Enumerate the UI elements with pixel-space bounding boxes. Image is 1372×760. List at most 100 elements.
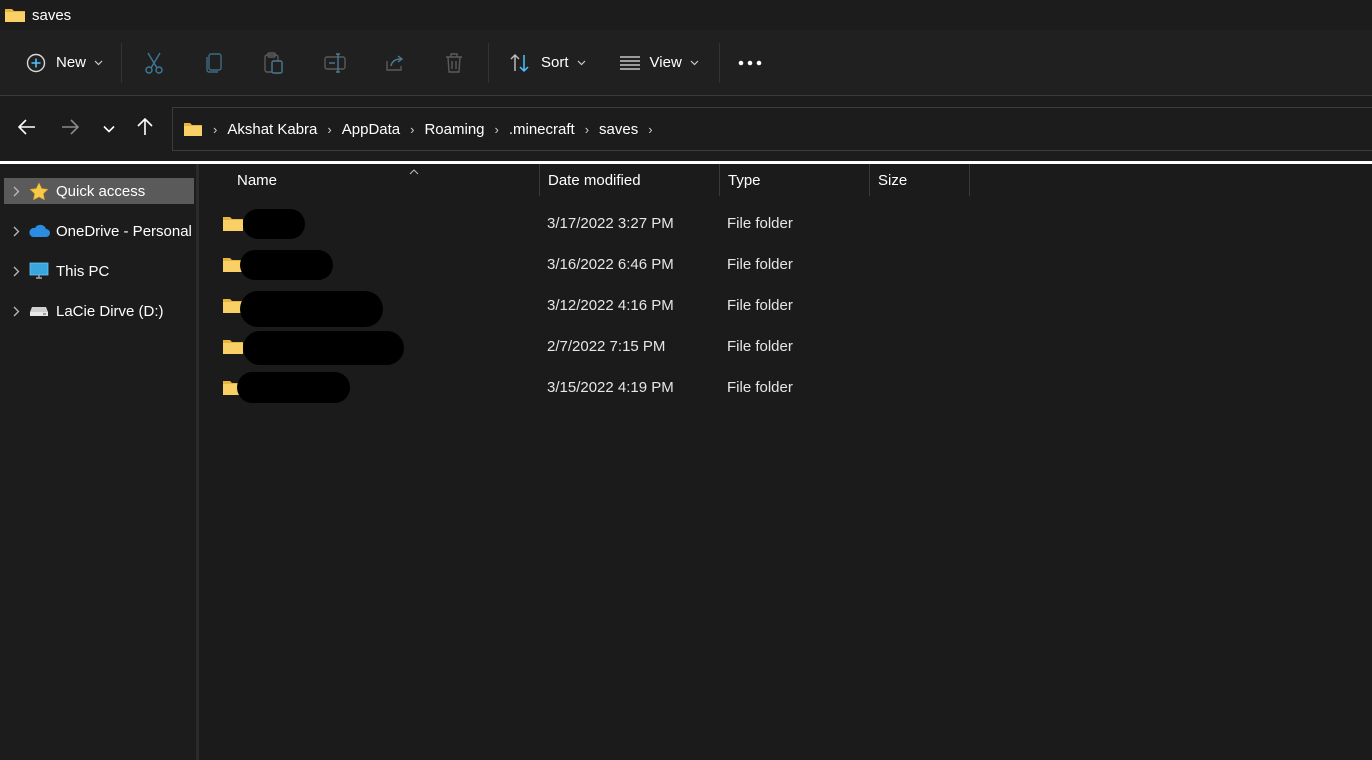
arrow-up-icon (137, 117, 153, 141)
recent-locations-button[interactable] (91, 111, 127, 147)
chevron-down-icon (577, 60, 586, 66)
chevron-right-icon[interactable] (4, 186, 28, 197)
date-modified: 3/12/2022 4:16 PM (547, 297, 674, 314)
view-button[interactable]: View (619, 43, 699, 83)
column-header-type[interactable]: Type (720, 164, 870, 196)
new-label: New (56, 54, 87, 71)
file-type: File folder (727, 256, 793, 273)
file-type: File folder (727, 297, 793, 314)
breadcrumb-item[interactable]: saves (599, 121, 638, 138)
copy-icon (204, 52, 224, 74)
arrow-left-icon (17, 118, 36, 140)
list-view-icon (619, 55, 640, 70)
sort-ascending-icon (409, 162, 419, 179)
window-title: saves (32, 6, 72, 24)
chevron-down-icon (94, 60, 103, 66)
file-type: File folder (727, 379, 793, 396)
toolbar-divider (121, 42, 123, 83)
rename-icon (324, 52, 346, 73)
command-bar: New Sort View (0, 30, 1372, 96)
file-list: Name Date modified Type Size 3/17/2022 3… (199, 164, 1372, 760)
folder-icon (4, 7, 26, 23)
forward-button[interactable] (52, 111, 88, 147)
breadcrumb-separator-icon[interactable]: › (495, 122, 499, 137)
navigation-bar: › Akshat Kabra › AppData › Roaming › .mi… (0, 97, 1372, 161)
redacted-filename (243, 331, 404, 365)
sort-button[interactable]: Sort (509, 43, 586, 83)
redacted-filename (240, 291, 383, 327)
up-button[interactable] (127, 111, 163, 147)
file-type: File folder (727, 215, 793, 232)
share-icon (384, 53, 406, 73)
address-bar[interactable]: › Akshat Kabra › AppData › Roaming › .mi… (172, 107, 1372, 151)
sidebar-item-this-pc[interactable]: This PC (4, 258, 194, 284)
star-icon (28, 181, 50, 200)
folder-icon (223, 217, 243, 235)
date-modified: 3/16/2022 6:46 PM (547, 256, 674, 273)
more-options-button[interactable] (738, 43, 762, 83)
column-header-label: Size (878, 171, 908, 189)
delete-button[interactable] (444, 43, 464, 83)
scissors-icon (144, 52, 164, 74)
file-row[interactable]: 3/17/2022 3:27 PM File folder (199, 203, 969, 244)
navigation-pane: Quick access OneDrive - Personal This PC… (0, 164, 196, 760)
file-row[interactable]: 2/7/2022 7:15 PM File folder (199, 326, 969, 367)
drive-icon (28, 302, 50, 320)
column-header-label: Type (728, 171, 761, 189)
share-button[interactable] (384, 43, 406, 83)
sort-icon (509, 53, 531, 73)
plus-circle-icon (26, 53, 46, 73)
column-header-label: Date modified (548, 171, 641, 189)
paste-icon (264, 51, 284, 74)
new-button[interactable]: New (26, 43, 103, 83)
title-bar: saves (0, 0, 1372, 30)
date-modified: 3/17/2022 3:27 PM (547, 215, 674, 232)
redacted-filename (240, 250, 333, 280)
breadcrumb-item[interactable]: Roaming (424, 121, 484, 138)
arrow-right-icon (61, 118, 80, 140)
breadcrumb-separator-icon[interactable]: › (648, 122, 652, 137)
file-row[interactable]: 3/15/2022 4:19 PM File folder (199, 367, 969, 408)
trash-icon (444, 52, 464, 74)
chevron-down-icon (103, 120, 115, 138)
sidebar-item-label: OneDrive - Personal (56, 222, 192, 240)
chevron-right-icon[interactable] (4, 306, 28, 317)
breadcrumb-item[interactable]: .minecraft (509, 121, 575, 138)
breadcrumb-item[interactable]: Akshat Kabra (227, 121, 317, 138)
sidebar-item-label: Quick access (56, 182, 146, 200)
chevron-right-icon[interactable] (4, 266, 28, 277)
column-header-label: Name (237, 171, 278, 189)
back-button[interactable] (9, 111, 45, 147)
view-label: View (649, 54, 682, 71)
copy-button[interactable] (204, 43, 224, 83)
sidebar-item-label: LaCie Dirve (D:) (56, 302, 164, 320)
column-header-name[interactable]: Name (229, 164, 540, 196)
breadcrumb-item[interactable]: AppData (342, 121, 400, 138)
toolbar-divider (718, 42, 720, 83)
chevron-right-icon[interactable] (4, 226, 28, 237)
sidebar-item-lacie-drive[interactable]: LaCie Dirve (D:) (4, 298, 194, 324)
more-icon (738, 60, 762, 66)
redacted-filename (237, 372, 350, 403)
sort-label: Sort (541, 54, 569, 71)
column-header-date-modified[interactable]: Date modified (540, 164, 720, 196)
paste-button[interactable] (264, 43, 284, 83)
sidebar-item-onedrive[interactable]: OneDrive - Personal (4, 218, 194, 244)
breadcrumb-separator-icon[interactable]: › (585, 122, 589, 137)
chevron-down-icon (690, 60, 699, 66)
monitor-icon (28, 262, 50, 280)
column-header-size[interactable]: Size (870, 164, 970, 196)
cloud-icon (28, 222, 50, 240)
cut-button[interactable] (144, 43, 164, 83)
breadcrumb-separator-icon: › (213, 121, 218, 137)
breadcrumb-separator-icon[interactable]: › (410, 122, 414, 137)
sidebar-item-label: This PC (56, 262, 110, 280)
sidebar-item-quick-access[interactable]: Quick access (4, 178, 194, 204)
date-modified: 3/15/2022 4:19 PM (547, 379, 674, 396)
file-row[interactable]: 3/16/2022 6:46 PM File folder (199, 244, 969, 285)
rename-button[interactable] (324, 43, 346, 83)
folder-icon (223, 340, 243, 358)
breadcrumb-separator-icon[interactable]: › (327, 122, 331, 137)
folder-icon (183, 121, 203, 137)
file-row[interactable]: 3/12/2022 4:16 PM File folder (199, 285, 969, 327)
